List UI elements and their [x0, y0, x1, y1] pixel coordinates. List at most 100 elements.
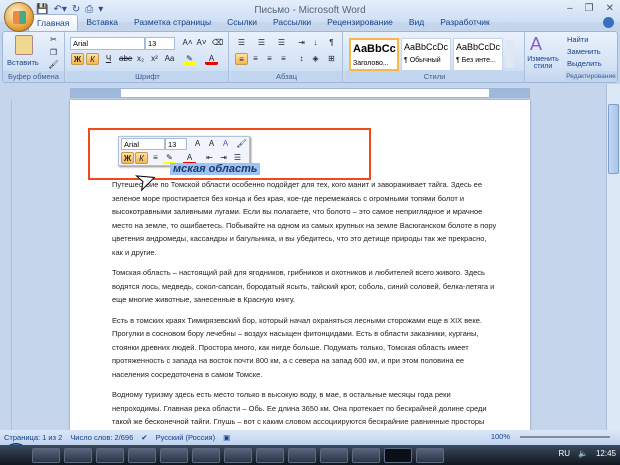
mini-size-input[interactable]: 13	[165, 138, 187, 150]
font-size-input[interactable]: 13	[145, 37, 175, 50]
style-sample: AaBbCc	[353, 43, 396, 55]
editing-label: Редактирование	[565, 71, 617, 82]
paragraph-group: ☰ ☰ ☰ ⇥ ↓ ¶ ≡ ≡ ≡ ≡ ↕ ◈ ⊞ Абзац	[231, 32, 343, 82]
scrollbar-thumb[interactable]	[608, 104, 619, 174]
taskbar-item[interactable]	[64, 447, 92, 463]
taskbar-item[interactable]	[128, 447, 156, 463]
taskbar-item[interactable]	[96, 447, 124, 463]
tab-page-layout[interactable]: Разметка страницы	[126, 14, 219, 32]
help-icon[interactable]	[603, 17, 614, 28]
grow-font-icon[interactable]: A	[191, 138, 204, 150]
tab-view[interactable]: Вид	[401, 14, 432, 32]
numbering-icon[interactable]: ☰	[255, 37, 268, 49]
paste-button[interactable]: Вставить	[7, 58, 39, 67]
italic-button[interactable]: К	[86, 53, 99, 65]
justify-button[interactable]: ≡	[277, 53, 290, 65]
find-button[interactable]: Найти	[567, 35, 588, 44]
office-button[interactable]	[4, 2, 34, 32]
clear-format-icon[interactable]: ⌫	[211, 37, 224, 49]
style-no-spacing[interactable]: AaBbCcDc ¶ Без инте...	[453, 38, 503, 71]
document-page[interactable]: Arial 13 A A A 🖌 Ж К ≡ ✎ A ⇤ ⇥ ☰ мская о…	[70, 100, 530, 440]
document-body[interactable]: Путешествие по Томской области особенно …	[112, 178, 497, 449]
paragraph[interactable]: Есть в томских краях Тимирязевский бор, …	[112, 314, 497, 382]
document-heading[interactable]: мская область	[170, 163, 261, 175]
line-spacing-icon[interactable]: ↕	[295, 53, 308, 65]
align-right-button[interactable]: ≡	[263, 53, 276, 65]
styles-scroll[interactable]	[505, 40, 513, 68]
clock[interactable]: 12:45	[596, 449, 616, 458]
language-indicator[interactable]: RU	[558, 449, 570, 458]
tab-mailings[interactable]: Рассылки	[265, 14, 319, 32]
align-center-button[interactable]: ≡	[249, 53, 262, 65]
tab-references[interactable]: Ссылки	[219, 14, 265, 32]
style-heading[interactable]: AaBbCc Заголово...	[349, 38, 399, 71]
borders-icon[interactable]: ⊞	[325, 53, 338, 65]
volume-icon[interactable]: 🔈	[578, 449, 588, 458]
zoom-slider[interactable]	[520, 436, 610, 438]
minimize-button[interactable]: –	[567, 3, 573, 14]
language[interactable]: Русский (Россия)	[156, 433, 216, 442]
taskbar-item-word[interactable]	[384, 447, 412, 463]
superscript-button[interactable]: x²	[148, 53, 161, 65]
mini-font-input[interactable]: Arial	[121, 138, 165, 150]
page-count[interactable]: Страница: 1 из 2	[4, 433, 62, 442]
strikethrough-button[interactable]: abe	[119, 53, 132, 65]
tab-developer[interactable]: Разработчик	[432, 14, 498, 32]
style-normal[interactable]: AaBbCcDc ¶ Обычный	[401, 38, 451, 71]
paste-icon[interactable]	[15, 35, 33, 55]
select-button[interactable]: Выделить	[567, 59, 602, 68]
zoom-level[interactable]: 100%	[491, 432, 510, 441]
tab-insert[interactable]: Вставка	[78, 14, 126, 32]
highlight-icon[interactable]: ✎	[183, 53, 196, 65]
show-marks-button[interactable]: ¶	[325, 37, 338, 49]
font-name-input[interactable]: Arial	[70, 37, 145, 50]
sort-icon[interactable]: ↓	[309, 37, 322, 49]
taskbar-item[interactable]	[320, 447, 348, 463]
taskbar-item[interactable]	[256, 447, 284, 463]
word-count[interactable]: Число слов: 2/696	[70, 433, 133, 442]
change-case-button[interactable]: Aa	[163, 53, 176, 65]
tab-home[interactable]: Главная	[28, 14, 79, 32]
style-name: ¶ Без инте...	[456, 57, 496, 64]
macro-icon[interactable]: ▣	[223, 433, 230, 442]
indent-icon[interactable]: ⇥	[295, 37, 308, 49]
shading-icon[interactable]: ◈	[309, 53, 322, 65]
font-label: Шрифт	[67, 71, 228, 82]
horizontal-ruler[interactable]	[70, 88, 530, 98]
font-color-icon[interactable]: A	[205, 53, 218, 65]
mini-bold-button[interactable]: Ж	[121, 152, 134, 164]
taskbar-item[interactable]	[160, 447, 188, 463]
format-painter-icon[interactable]: 🖌	[47, 59, 60, 71]
vertical-scrollbar[interactable]	[606, 84, 620, 430]
copy-icon[interactable]: ❐	[47, 47, 60, 59]
taskbar-item[interactable]	[416, 447, 444, 463]
bold-button[interactable]: Ж	[71, 53, 84, 65]
paragraph[interactable]: Путешествие по Томской области особенно …	[112, 178, 497, 259]
taskbar-item[interactable]	[192, 447, 220, 463]
maximize-button[interactable]: ❐	[585, 3, 594, 14]
subscript-button[interactable]: x₂	[134, 53, 147, 65]
taskbar-item[interactable]	[224, 447, 252, 463]
replace-button[interactable]: Заменить	[567, 47, 601, 56]
bullets-icon[interactable]: ☰	[235, 37, 248, 49]
center-icon[interactable]: ≡	[149, 152, 162, 164]
align-left-button[interactable]: ≡	[235, 53, 248, 65]
taskbar-item[interactable]	[352, 447, 380, 463]
styles-icon[interactable]: A	[219, 138, 232, 150]
shrink-font-icon[interactable]: A˅	[195, 37, 208, 49]
shrink-font-icon[interactable]: A	[205, 138, 218, 150]
grow-font-icon[interactable]: A˄	[181, 37, 194, 49]
tab-review[interactable]: Рецензирование	[319, 14, 401, 32]
cut-icon[interactable]: ✂	[47, 34, 60, 46]
multilevel-list-icon[interactable]: ☰	[275, 37, 288, 49]
change-styles-button[interactable]: Изменить стили	[525, 56, 561, 70]
mini-italic-button[interactable]: К	[135, 152, 148, 164]
close-button[interactable]: ✕	[606, 3, 614, 14]
spellcheck-icon[interactable]: ✔	[141, 433, 147, 442]
format-painter-icon[interactable]: 🖌	[235, 138, 248, 150]
paragraph[interactable]: Томская область – настоящий рай для ягод…	[112, 266, 497, 307]
mini-toolbar: Arial 13 A A A 🖌 Ж К ≡ ✎ A ⇤ ⇥ ☰	[118, 136, 250, 166]
taskbar-item[interactable]	[32, 447, 60, 463]
taskbar-item[interactable]	[288, 447, 316, 463]
underline-button[interactable]: Ч	[102, 53, 115, 65]
